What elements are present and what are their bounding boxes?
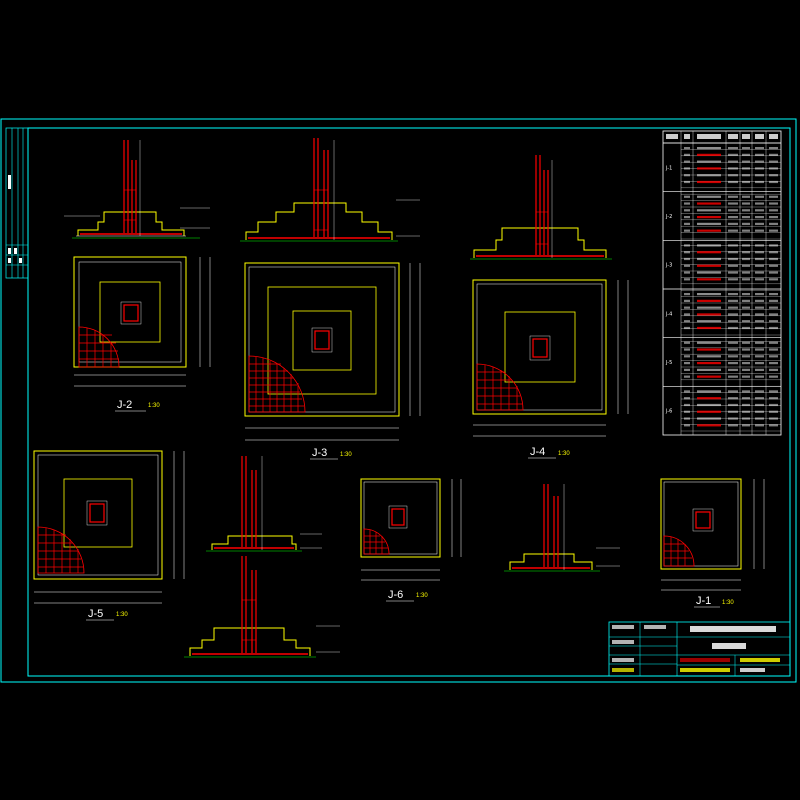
- j6-title: J-6: [388, 589, 403, 601]
- rebar-shape-sketch: [697, 202, 721, 205]
- rebar-shape-sketch: [697, 153, 721, 156]
- j2-elevation: [64, 140, 210, 239]
- rebar-shape-sketch: [697, 160, 721, 163]
- j1-title: J-1: [696, 595, 711, 607]
- schedule-group-label: J-4: [665, 311, 672, 317]
- j2-mesh: [79, 328, 119, 367]
- rebar-shape-sketch: [697, 403, 721, 407]
- detail-j5: J-5 1:30: [33, 450, 340, 658]
- rebar-shape-sketch: [697, 375, 721, 378]
- j1-elevation: [504, 484, 620, 572]
- detail-j1: J-1 1:30: [504, 478, 765, 608]
- j4-mesh: [477, 365, 522, 410]
- rebar-shape-sketch: [697, 417, 721, 420]
- rebar-shape-sketch: [697, 229, 721, 232]
- rebar-shape-sketch: [697, 180, 721, 184]
- rebar-shape-sketch: [697, 424, 721, 427]
- rebar-shape-sketch: [697, 147, 721, 150]
- binding-strip: [5, 127, 29, 279]
- inner-frame: [27, 127, 791, 677]
- rebar-shape-sketch: [697, 257, 721, 261]
- j3-elevation: [240, 138, 420, 242]
- j5-mesh: [38, 528, 83, 573]
- title-block: [608, 621, 791, 677]
- rebar-shape-sketch: [697, 209, 721, 212]
- rebar-shape-sketch: [697, 251, 721, 254]
- j5-plan: [33, 450, 185, 604]
- j3-scale: 1:30: [340, 452, 352, 458]
- rebar-shape-sketch: [697, 362, 721, 365]
- j4-title: J-4: [530, 446, 545, 458]
- rebar-shape-sketch: [697, 326, 721, 330]
- j1-plan: [660, 478, 765, 591]
- schedule-group-label: J-1: [665, 165, 672, 171]
- j3-mesh: [249, 357, 304, 412]
- rebar-shape-sketch: [697, 368, 721, 371]
- j1-scale: 1:30: [722, 600, 734, 606]
- rebar-shape-sketch: [697, 410, 721, 413]
- detail-j2: J-2 1:30: [64, 140, 211, 412]
- schedule-group-label: J-5: [665, 360, 672, 366]
- schedule-group-label: J-3: [665, 263, 672, 269]
- detail-j3: J-3 1:30: [240, 138, 421, 460]
- j6-scale: 1:30: [416, 593, 428, 599]
- j4-scale: 1:30: [558, 451, 570, 457]
- schedule-group-label: J-2: [665, 214, 672, 220]
- j2-plan: [73, 256, 211, 387]
- j1-mesh: [664, 537, 692, 566]
- j2-title: J-2: [117, 399, 132, 411]
- rebar-shape-sketch: [697, 397, 721, 400]
- j6-mesh: [364, 530, 388, 554]
- j5-scale: 1:30: [116, 612, 128, 618]
- rebar-shape-sketch: [697, 299, 721, 302]
- rebar-shape-sketch: [697, 271, 721, 274]
- rebar-shape-sketch: [697, 167, 721, 170]
- j3-plan: [244, 262, 421, 441]
- rebar-shape-sketch: [697, 222, 721, 225]
- rebar-schedule-grid: J-1 J-2 J-3 J-4 J-5 J-6: [663, 131, 781, 435]
- rebar-shape-sketch: [697, 174, 721, 177]
- rebar-shape-sketch: [697, 348, 721, 351]
- rebar-shape-sketch: [697, 278, 721, 281]
- detail-j4: J-4 1:30: [470, 155, 629, 459]
- rebar-shape-sketch: [697, 216, 721, 219]
- rebar-shape-sketch: [697, 195, 721, 198]
- rebar-shape-sketch: [697, 341, 721, 344]
- j4-plan: [472, 279, 629, 437]
- j5-title: J-5: [88, 608, 103, 620]
- cad-drawing-sheet: J-2 1:30 J-3 1:30 J-4 1:30 J-5 1:30 J-6 …: [0, 0, 800, 800]
- j5-elevation-lower: [184, 556, 340, 658]
- rebar-schedule-table: J-1 J-2 J-3 J-4 J-5 J-6: [662, 130, 782, 436]
- rebar-shape-sketch: [697, 293, 721, 296]
- rebar-shape-sketch: [697, 320, 721, 323]
- rebar-shape-sketch: [697, 306, 721, 309]
- foundation-detail-drawing: J-2 1:30 J-3 1:30 J-4 1:30 J-5 1:30 J-6 …: [0, 118, 797, 683]
- rebar-shape-sketch: [697, 264, 721, 267]
- rebar-shape-sketch: [697, 313, 721, 316]
- j6-plan: [360, 478, 462, 581]
- rebar-shape-sketch: [697, 244, 721, 247]
- j4-elevation: [470, 155, 612, 260]
- detail-j6: J-6 1:30: [360, 478, 462, 602]
- j3-title: J-3: [312, 447, 327, 459]
- j5-elevation-upper: [206, 456, 322, 552]
- rebar-shape-sketch: [697, 390, 721, 393]
- rebar-shape-sketch: [697, 355, 721, 358]
- j2-scale: 1:30: [148, 403, 160, 409]
- schedule-group-label: J-6: [665, 409, 672, 415]
